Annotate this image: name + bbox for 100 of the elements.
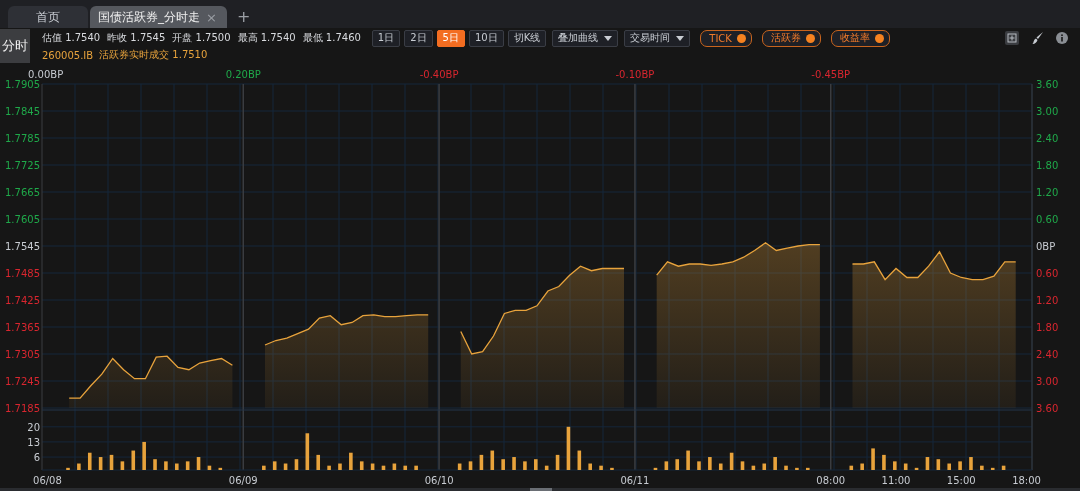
volume-bar [577, 450, 582, 470]
volume-bar [610, 467, 614, 470]
price-axis-label: 1.7905 [5, 79, 40, 90]
trade-price-text: 活跃券实时成交 1.7510 [99, 48, 208, 62]
volume-bar [66, 467, 70, 470]
volume-axis-label: 20 [27, 421, 40, 433]
volume-bar [294, 459, 299, 470]
bp-axis-label: 0.60 [1036, 268, 1059, 279]
volume-bar [501, 459, 505, 470]
price-axis-label: 1.7485 [5, 268, 40, 279]
kline-button[interactable]: 切K线 [507, 29, 547, 47]
mode-label: 分时 [0, 29, 30, 63]
volume-bar [338, 463, 342, 470]
plus-square-icon[interactable] [1004, 30, 1020, 46]
bp-axis-label: 1.20 [1036, 295, 1059, 306]
bp-axis-label: 3.60 [1036, 79, 1059, 90]
volume-bar [109, 454, 114, 470]
volume-bar [849, 465, 854, 470]
dropdown[interactable]: 交易时间 [624, 29, 691, 47]
volume-bar [349, 452, 353, 470]
time-axis-label: 11:00 [881, 475, 911, 486]
volume-bar [534, 459, 538, 470]
volume-bar [599, 465, 603, 470]
volume-bar [729, 452, 734, 470]
price-axis-label: 1.7185 [5, 403, 40, 414]
volume-bar [316, 454, 320, 470]
price-axis-label: 1.7845 [5, 106, 40, 117]
volume-bar [708, 457, 712, 470]
add-tab-button[interactable]: + [236, 6, 251, 26]
volume-bar [806, 467, 810, 470]
volume-bar [925, 457, 930, 470]
volume-bar [414, 465, 418, 470]
toggle-button[interactable]: TICK [700, 29, 752, 47]
period-button[interactable]: 10日 [469, 29, 504, 47]
quote-text: 最低 1.7460 [302, 31, 361, 45]
time-axis-label: 15:00 [946, 475, 976, 486]
time-axis-label: 18:00 [1012, 475, 1041, 486]
price-axis-label: 1.7425 [5, 295, 40, 306]
volume-bar [718, 463, 723, 470]
volume-bar [762, 463, 767, 470]
volume-bar [936, 459, 941, 470]
price-axis-label: 1.7365 [5, 322, 40, 333]
volume-bar [87, 452, 92, 470]
bp-axis-label: 2.40 [1036, 133, 1059, 144]
volume-bar [947, 463, 951, 470]
volume-bar [588, 463, 592, 470]
caret-icon [676, 35, 685, 41]
quote-text: 开盘 1.7500 [172, 31, 231, 45]
volume-bar [773, 457, 777, 470]
bp-axis-label: 1.20 [1036, 187, 1059, 198]
volume-bar [207, 465, 212, 470]
bp-axis-label: 3.00 [1036, 376, 1059, 387]
period-button[interactable]: 2日 [404, 29, 433, 47]
caret-icon [604, 35, 613, 41]
volume-axis-label: 6 [33, 452, 40, 464]
volume-bar [98, 457, 103, 470]
toggle-button[interactable]: 活跃券 [761, 29, 821, 47]
volume-bar [914, 467, 919, 470]
volume-bar [969, 457, 973, 470]
tab[interactable]: 首页 [8, 6, 88, 28]
volume-bar [1001, 465, 1006, 470]
period-button[interactable]: 1日 [371, 29, 401, 47]
price-axis-label: 1.7305 [5, 349, 40, 360]
price-axis-label: 1.7605 [5, 214, 40, 225]
volume-bar [795, 467, 799, 470]
tab[interactable]: 国债活跃券_分时走 × [90, 6, 227, 28]
volume-bar [327, 465, 331, 470]
time-axis-label: 06/11 [620, 475, 650, 486]
volume-bar [153, 459, 157, 470]
volume-bar [142, 441, 146, 470]
volume-bar [392, 463, 397, 470]
volume-bar [370, 463, 375, 470]
info-icon[interactable] [1056, 32, 1068, 44]
day-change-label: -0.40BP [419, 69, 459, 80]
bp-axis-label: 0.60 [1036, 214, 1059, 225]
volume-bar [272, 461, 277, 470]
toggle-button[interactable]: 收益率 [830, 29, 890, 47]
volume-bar [490, 450, 495, 470]
volume-bar [664, 461, 669, 470]
volume-bar [131, 450, 136, 470]
bp-axis-label: 2.40 [1036, 349, 1059, 360]
day-change-label: 0.00BP [28, 69, 64, 80]
volume-bar [164, 461, 168, 470]
volume-bar [381, 465, 386, 470]
time-axis-label: 06/08 [33, 475, 62, 486]
volume-bar [980, 465, 984, 470]
volume-bar [740, 461, 745, 470]
volume-bar [479, 454, 484, 470]
time-axis-label: 08:00 [816, 475, 846, 486]
volume-bar [555, 454, 560, 470]
brush-icon[interactable] [1032, 31, 1044, 45]
quote-text: 最高 1.7540 [237, 31, 296, 45]
volume-bar [468, 461, 473, 470]
volume-bar [871, 448, 875, 470]
time-axis-label: 06/09 [228, 475, 258, 486]
bp-axis-label: 1.80 [1036, 160, 1059, 171]
volume-bar [457, 463, 462, 470]
volume-bar [893, 461, 897, 470]
dropdown[interactable]: 叠加曲线 [552, 29, 619, 47]
volume-bar [566, 426, 571, 470]
